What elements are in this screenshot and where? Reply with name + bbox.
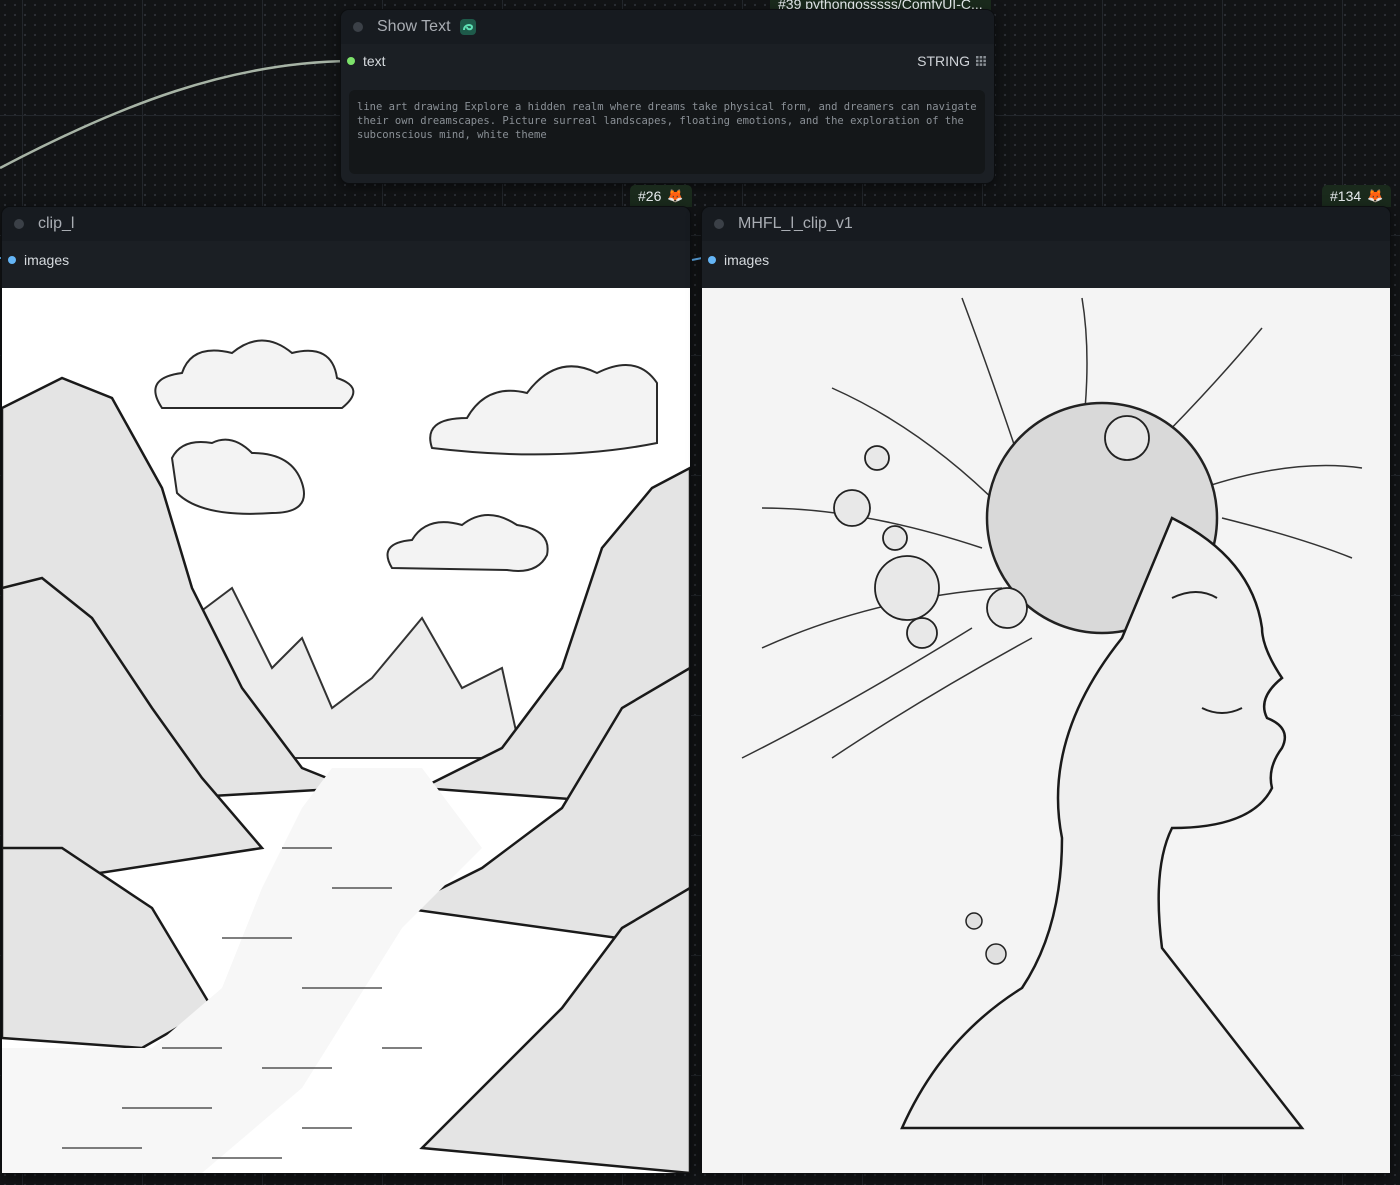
collapse-toggle[interactable] <box>14 219 24 229</box>
preview-image-landscape[interactable] <box>2 288 690 1173</box>
grid-icon[interactable] <box>976 53 986 69</box>
images-input-slot[interactable]: images <box>702 245 1390 275</box>
snake-icon <box>459 18 477 36</box>
node-title: Show Text <box>377 18 451 35</box>
portrait-illustration <box>702 288 1390 1173</box>
node-title: MHFL_l_clip_v1 <box>738 215 853 232</box>
input-label: images <box>724 252 770 268</box>
show-text-header[interactable]: Show Text <box>341 10 994 44</box>
fox-icon: 🦊 <box>1367 188 1384 203</box>
output-slot[interactable]: STRING <box>917 53 986 69</box>
input-dot-images[interactable] <box>708 256 716 264</box>
input-dot-text[interactable] <box>347 57 355 65</box>
collapse-toggle[interactable] <box>353 22 363 32</box>
collapse-toggle[interactable] <box>714 219 724 229</box>
clip-l-node[interactable]: clip_l images <box>2 207 690 1173</box>
clip-l-header[interactable]: clip_l <box>2 207 690 241</box>
input-dot-images[interactable] <box>8 256 16 264</box>
node-id-label: #134 <box>1330 188 1362 204</box>
output-type: STRING <box>917 53 970 69</box>
text-input-slot[interactable]: text STRING <box>341 46 994 76</box>
fox-icon: 🦊 <box>667 188 684 203</box>
mhfl-header[interactable]: MHFL_l_clip_v1 <box>702 207 1390 241</box>
landscape-illustration <box>2 288 690 1173</box>
preview-image-portrait[interactable] <box>702 288 1390 1173</box>
mhfl-node[interactable]: MHFL_l_clip_v1 images <box>702 207 1390 1173</box>
input-label: text <box>363 53 386 69</box>
mhfl-node-badge: #134 🦊 <box>1322 185 1392 207</box>
text-display-area[interactable]: line art drawing Explore a hidden realm … <box>349 90 985 174</box>
show-text-node[interactable]: Show Text text STRING line art drawing E… <box>341 10 994 183</box>
node-id-label: #26 <box>638 188 662 204</box>
clip-l-node-badge: #26 🦊 <box>630 185 692 207</box>
node-title: clip_l <box>38 215 75 232</box>
images-input-slot[interactable]: images <box>2 245 690 275</box>
input-label: images <box>24 252 70 268</box>
